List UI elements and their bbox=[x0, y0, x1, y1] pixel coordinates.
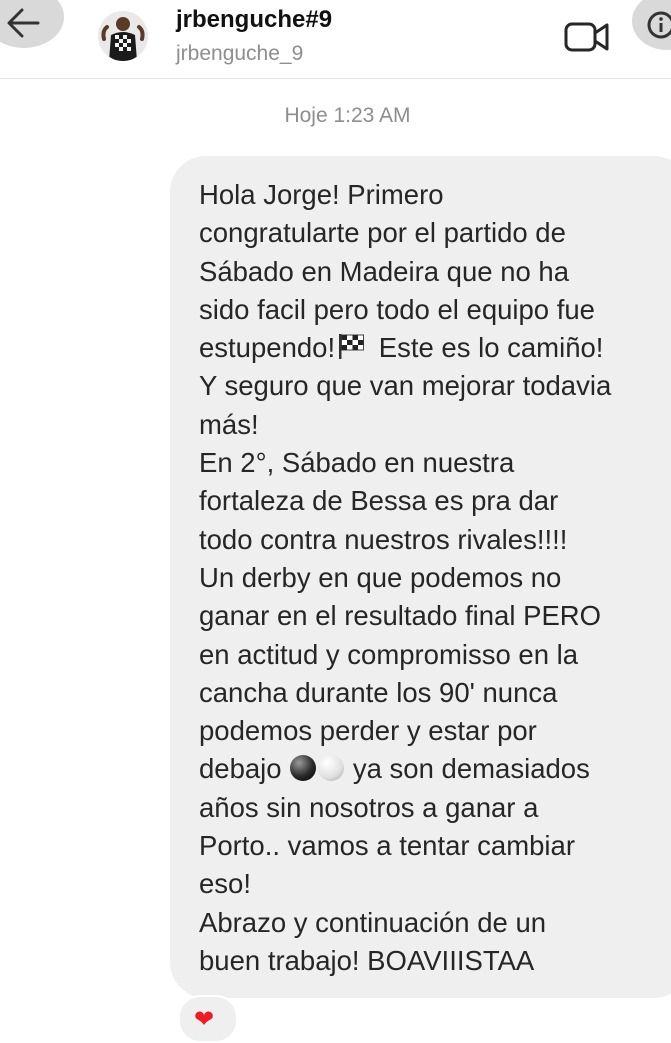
video-call-button[interactable] bbox=[564, 20, 610, 54]
message-line: En 2°, Sábado en nuestra bbox=[199, 447, 515, 479]
message-line: cancha durante los 90' nunca bbox=[199, 676, 558, 708]
message-text: Hola Jorge! Primero congratularte por el… bbox=[199, 176, 659, 980]
profile-picture bbox=[98, 11, 148, 61]
avatar[interactable] bbox=[98, 11, 148, 61]
heart-reaction[interactable]: ❤ bbox=[178, 995, 238, 1043]
message-line: Hola Jorge! Primero bbox=[199, 179, 444, 210]
message-line: Abrazo y continuación de un bbox=[199, 906, 547, 938]
chat-username[interactable]: jrbenguche#9 bbox=[176, 6, 332, 34]
chat-header: jrbenguche#9 jrbenguche_9 bbox=[0, 0, 671, 79]
message-segment: ya son demasiados bbox=[352, 753, 590, 785]
message-line: Un derby en que podemos no bbox=[199, 561, 562, 593]
message-segment: Este es lo camiño! bbox=[378, 332, 604, 364]
arrow-left-icon bbox=[7, 8, 40, 38]
white-ball-icon bbox=[318, 755, 345, 782]
message-timestamp: Hoje 1:23 AM bbox=[284, 104, 411, 127]
message-line: todo contra nuestros rivales!!!! bbox=[199, 523, 568, 555]
message-line: buen trabajo! BOAVIIISTAA bbox=[199, 944, 535, 976]
message-segment: debajo bbox=[199, 753, 282, 785]
back-button[interactable] bbox=[0, 0, 64, 48]
message-segment: estupendo! bbox=[199, 332, 336, 364]
message-line: sido facil pero todo el equipo fue bbox=[199, 293, 595, 325]
info-icon bbox=[647, 11, 671, 39]
message-line: Y seguro que van mejorar todavia bbox=[199, 370, 612, 402]
chat-handle: jrbenguche_9 bbox=[176, 42, 304, 65]
message-line: Porto.. vamos a tentar cambiar bbox=[199, 830, 575, 862]
message-line: ganar en el resultado final PERO bbox=[199, 600, 602, 632]
black-ball-icon bbox=[290, 755, 317, 782]
message-line: podemos perder y estar por bbox=[199, 715, 537, 747]
heart-icon: ❤ bbox=[194, 1006, 215, 1033]
message-line: años sin nosotros a ganar a bbox=[199, 791, 539, 823]
message-line: en actitud y compromisso en la bbox=[199, 638, 579, 670]
message-line: congratularte por el partido de bbox=[199, 217, 566, 249]
video-camera-icon bbox=[564, 22, 609, 52]
message-line: fortaleza de Bessa es pra dar bbox=[199, 485, 559, 517]
info-button[interactable] bbox=[632, 0, 671, 50]
message-line: Sábado en Madeira que no ha bbox=[199, 255, 570, 287]
chequered-flag-icon bbox=[339, 334, 365, 360]
message-line: eso! bbox=[199, 868, 251, 900]
message-line: debajo ya son demasiados bbox=[199, 750, 659, 788]
message-line: más! bbox=[199, 408, 259, 440]
message-line: estupendo! Este es lo camiño! bbox=[199, 329, 659, 367]
